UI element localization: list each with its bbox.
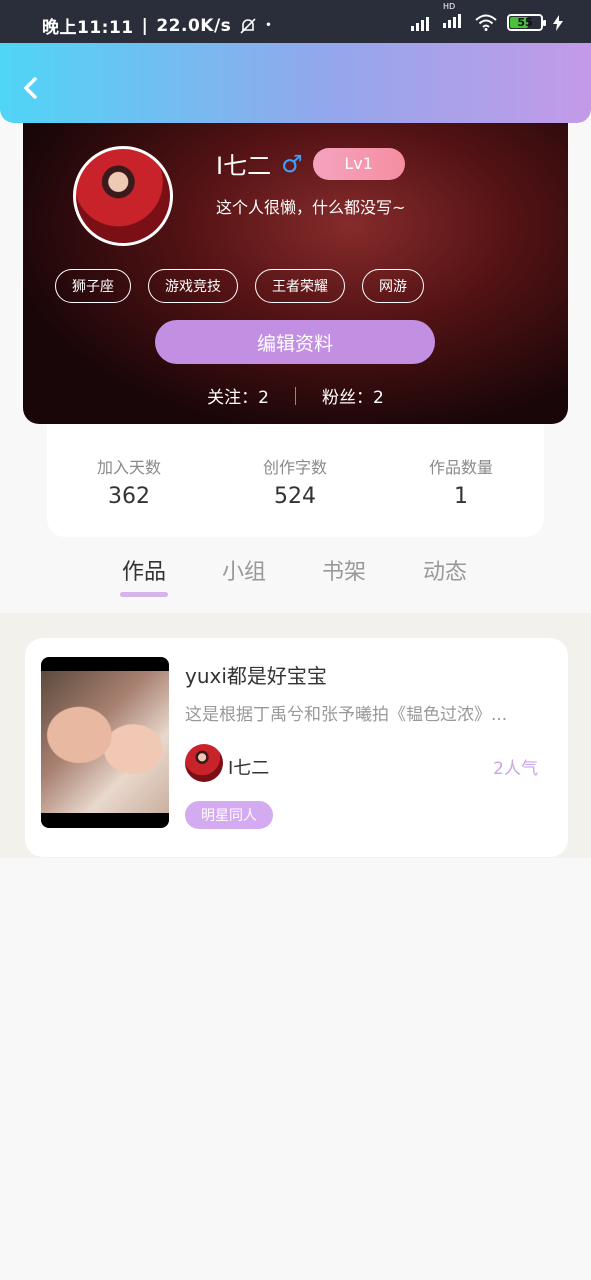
username: I七二 — [216, 152, 272, 180]
stat-value: 1 — [454, 484, 468, 509]
tab-works[interactable]: 作品 — [122, 554, 166, 586]
follow-row: 关注：2 粉丝：2 — [23, 383, 568, 408]
interest-tag: 王者荣耀 — [255, 269, 345, 303]
battery-icon: 55 — [507, 14, 546, 31]
back-button[interactable] — [18, 75, 44, 101]
followers-count[interactable]: 粉丝：2 — [322, 383, 384, 408]
signal-hd: HD — [443, 2, 465, 33]
network-speed: 22.0K/s — [156, 15, 232, 36]
work-card[interactable]: yuxi都是好宝宝 这是根据丁禹兮和张予曦拍《韫色过浓》... I七二 2人气 … — [25, 638, 568, 857]
work-description: 这是根据丁禹兮和张予曦拍《韫色过浓》... — [185, 705, 508, 725]
edit-profile-button[interactable]: 编辑资料 — [155, 320, 435, 364]
interest-tag: 游戏竞技 — [148, 269, 238, 303]
stat-word-count: 创作字数 524 — [220, 454, 370, 509]
tab-bar: 作品 小组 书架 动态 — [0, 548, 591, 608]
tab-bookshelf[interactable]: 书架 — [322, 554, 366, 586]
tab-activity[interactable]: 动态 — [423, 554, 467, 586]
status-separator: | — [141, 15, 149, 36]
status-time: 晚上11:11 — [42, 18, 134, 38]
stat-label: 加入天数 — [96, 458, 161, 477]
signal-icon — [411, 16, 429, 31]
hd-label: HD — [443, 2, 456, 11]
category-tag: 明星同人 — [185, 801, 273, 829]
follow-divider — [295, 386, 296, 405]
battery-level: 55 — [517, 16, 533, 29]
stats-card: 加入天数 362 创作字数 524 作品数量 1 — [47, 424, 544, 537]
wifi-icon — [475, 14, 497, 31]
stat-label: 创作字数 — [262, 458, 327, 477]
name-row: I七二 ♂ Lv1 — [216, 146, 405, 181]
top-header — [0, 43, 591, 123]
mute-bell-icon — [240, 17, 256, 34]
profile-screen: 晚上11:11 | 22.0K/s • HD 55 I七二 ♂ Lv1 这个人很… — [0, 0, 591, 1280]
male-gender-icon: ♂ — [281, 149, 303, 178]
work-cover-image — [41, 657, 169, 828]
stat-works-count: 作品数量 1 — [386, 454, 536, 509]
interest-tag: 网游 — [362, 269, 424, 303]
stat-join-days: 加入天数 362 — [54, 454, 204, 509]
popularity-count: 2人气 — [493, 759, 538, 779]
stat-value: 362 — [108, 484, 150, 509]
interest-tags: 狮子座 游戏竞技 王者荣耀 网游 — [55, 269, 424, 303]
tab-indicator — [120, 592, 168, 597]
author-avatar — [185, 744, 223, 782]
following-count[interactable]: 关注：2 — [207, 383, 269, 408]
profile-card: I七二 ♂ Lv1 这个人很懒，什么都没写~ 狮子座 游戏竞技 王者荣耀 网游 … — [23, 118, 568, 424]
work-title: yuxi都是好宝宝 — [185, 664, 327, 688]
notification-dot-icon: • — [265, 20, 273, 31]
avatar[interactable] — [73, 146, 173, 246]
status-left: 晚上11:11 | 22.0K/s • — [42, 13, 273, 39]
status-bar: 晚上11:11 | 22.0K/s • HD 55 — [0, 0, 591, 44]
author-name: I七二 — [228, 758, 270, 779]
charging-bolt-icon — [553, 14, 563, 31]
signal-hd-icon — [443, 14, 461, 28]
interest-tag: 狮子座 — [55, 269, 131, 303]
status-right: HD 55 — [411, 2, 563, 33]
stat-value: 524 — [274, 484, 316, 509]
stat-label: 作品数量 — [428, 458, 493, 477]
bio-text: 这个人很懒，什么都没写~ — [216, 198, 406, 217]
level-badge: Lv1 — [312, 147, 405, 180]
tab-groups[interactable]: 小组 — [222, 554, 266, 586]
